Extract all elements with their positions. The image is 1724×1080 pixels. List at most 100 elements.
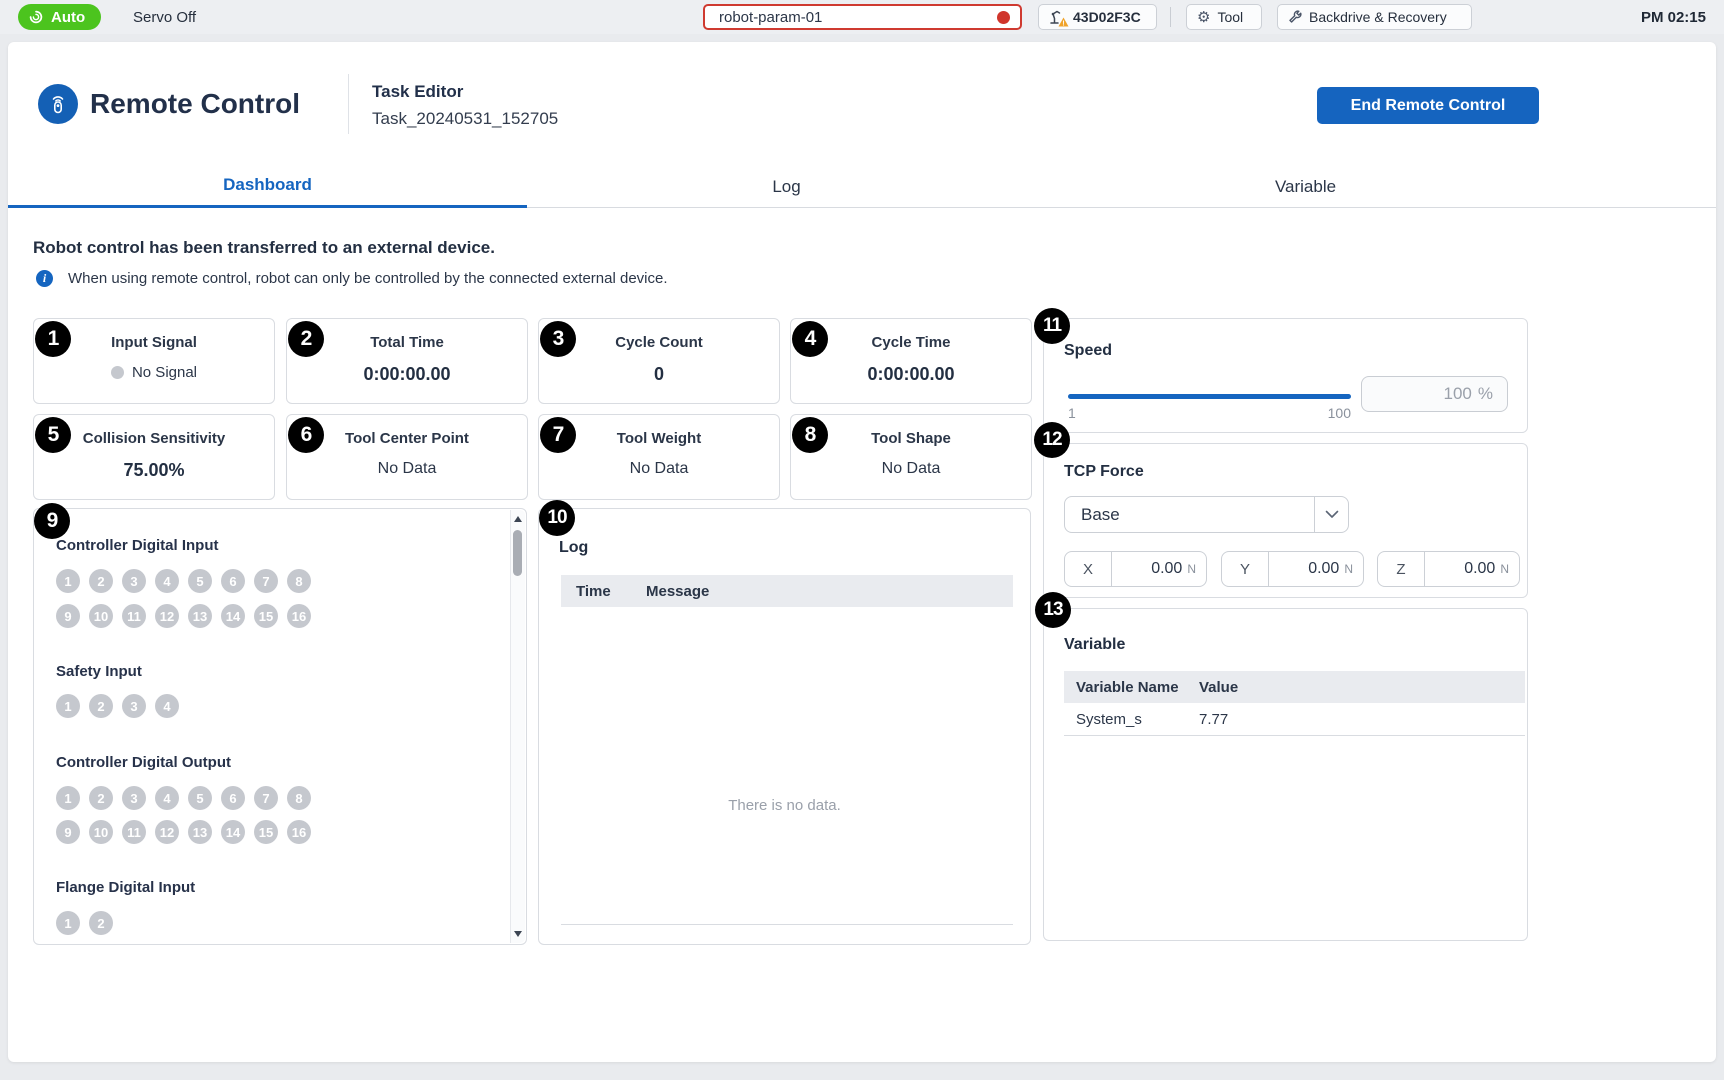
- info-text: When using remote control, robot can onl…: [68, 270, 668, 287]
- io-indicator-16: 16: [287, 820, 311, 844]
- robot-param-value: robot-param-01: [719, 9, 997, 26]
- variable-value: 7.77: [1199, 711, 1228, 728]
- stat-card-value: No Data: [791, 460, 1031, 478]
- backdrive-recovery-button[interactable]: Backdrive & Recovery: [1277, 4, 1472, 30]
- io-indicator-4: 4: [155, 786, 179, 810]
- io-indicator-2: 2: [89, 911, 113, 935]
- variable-row: System_s7.77: [1064, 703, 1525, 736]
- tab-variable[interactable]: Variable: [1046, 165, 1565, 208]
- io-indicator-14: 14: [221, 820, 245, 844]
- io-indicator-1: 1: [56, 694, 80, 718]
- frame-selected-value: Base: [1065, 497, 1314, 532]
- tool-button[interactable]: ⚙︎ Tool: [1186, 4, 1262, 30]
- axis-label: X: [1065, 552, 1112, 586]
- annotation-badge-9: 9: [34, 503, 70, 539]
- axis-value-number: 0.00: [1464, 560, 1495, 578]
- info-row: i When using remote control, robot can o…: [36, 270, 668, 287]
- io-circle-row: 910111213141516: [56, 820, 311, 844]
- axis-unit: N: [1187, 562, 1196, 576]
- io-indicator-14: 14: [221, 604, 245, 628]
- io-scrollbar[interactable]: [510, 510, 525, 943]
- io-circle-row: 1234: [56, 694, 179, 718]
- io-indicator-1: 1: [56, 911, 80, 935]
- axis-value-number: 0.00: [1151, 560, 1182, 578]
- stat-card-value: No Data: [287, 460, 527, 478]
- io-indicator-11: 11: [122, 820, 146, 844]
- auto-mode-icon: [28, 9, 44, 25]
- top-status-bar: Auto Servo Off robot-param-01 ! 43D02F3C…: [0, 0, 1724, 34]
- annotation-badge-1: 1: [35, 321, 71, 357]
- stat-card-value: 0:00:00.00: [287, 364, 527, 385]
- reference-frame-select[interactable]: Base: [1064, 496, 1349, 533]
- task-name: Task_20240531_152705: [372, 109, 558, 129]
- scrollbar-thumb[interactable]: [513, 530, 522, 576]
- io-indicator-13: 13: [188, 820, 212, 844]
- chevron-down-icon: [1314, 497, 1348, 532]
- gear-icon: ⚙︎: [1197, 10, 1210, 25]
- io-indicator-9: 9: [56, 820, 80, 844]
- io-indicator-6: 6: [221, 569, 245, 593]
- scroll-down-icon[interactable]: [514, 931, 522, 937]
- tcp-force-y-field: Y0.00N: [1221, 551, 1364, 587]
- io-section-title: Controller Digital Input: [56, 537, 219, 554]
- io-circle-row: 12345678: [56, 569, 311, 593]
- io-indicator-9: 9: [56, 604, 80, 628]
- io-indicator-10: 10: [89, 820, 113, 844]
- speed-unit: %: [1478, 384, 1493, 404]
- servo-status: Servo Off: [133, 0, 196, 34]
- stat-card-value: 75.00%: [34, 460, 274, 481]
- variable-rows: System_s7.77: [1064, 703, 1525, 736]
- speed-slider[interactable]: [1068, 394, 1351, 399]
- stat-card-value: 0:00:00.00: [791, 364, 1031, 385]
- log-empty-text: There is no data.: [539, 797, 1030, 814]
- stat-card-value: 0: [539, 364, 779, 385]
- robot-warning-icon: !: [1049, 9, 1066, 26]
- io-indicator-4: 4: [155, 569, 179, 593]
- header-divider: [348, 74, 349, 134]
- tab-dashboard[interactable]: Dashboard: [8, 165, 527, 208]
- io-indicator-3: 3: [122, 786, 146, 810]
- stat-card-value: No Signal: [132, 364, 197, 381]
- axis-value: 0.00N: [1269, 552, 1363, 586]
- annotation-badge-3: 3: [540, 321, 576, 357]
- main-panel: Remote Control Task Editor Task_20240531…: [8, 42, 1716, 1062]
- io-indicator-1: 1: [56, 786, 80, 810]
- mode-auto-button[interactable]: Auto: [18, 4, 101, 30]
- log-col-time: Time: [576, 583, 646, 600]
- annotation-badge-11: 11: [1034, 308, 1070, 344]
- signal-dot-icon: [111, 366, 124, 379]
- notice-headline: Robot control has been transferred to an…: [33, 238, 495, 258]
- svg-text:!: !: [1062, 20, 1064, 26]
- tab-log[interactable]: Log: [527, 165, 1046, 208]
- io-indicator-8: 8: [287, 569, 311, 593]
- io-section-title: Flange Digital Input: [56, 879, 195, 896]
- variable-panel-title: Variable: [1064, 636, 1125, 654]
- speed-panel-title: Speed: [1064, 342, 1112, 360]
- annotation-badge-4: 4: [792, 321, 828, 357]
- axis-value-number: 0.00: [1308, 560, 1339, 578]
- io-indicator-15: 15: [254, 604, 278, 628]
- io-indicator-8: 8: [287, 786, 311, 810]
- remote-control-icon: [38, 84, 78, 124]
- io-indicator-2: 2: [89, 694, 113, 718]
- robot-param-field[interactable]: robot-param-01: [703, 4, 1022, 30]
- scroll-up-icon[interactable]: [514, 516, 522, 522]
- speed-value-input[interactable]: 100 %: [1361, 376, 1508, 412]
- mode-label: Auto: [51, 9, 85, 26]
- speed-min-label: 1: [1068, 405, 1076, 421]
- end-remote-control-button[interactable]: End Remote Control: [1317, 87, 1539, 124]
- io-section-title: Controller Digital Output: [56, 754, 231, 771]
- annotation-badge-5: 5: [35, 417, 71, 453]
- speed-value: 100: [1444, 384, 1472, 404]
- variable-name: System_s: [1076, 711, 1199, 728]
- tool-button-label: Tool: [1217, 9, 1243, 25]
- io-indicator-3: 3: [122, 694, 146, 718]
- backdrive-button-label: Backdrive & Recovery: [1309, 9, 1447, 25]
- io-indicator-3: 3: [122, 569, 146, 593]
- clock: PM 02:15: [1641, 0, 1706, 34]
- device-id-button[interactable]: ! 43D02F3C: [1038, 4, 1157, 30]
- variable-col-name: Variable Name: [1076, 679, 1199, 696]
- annotation-badge-12: 12: [1034, 422, 1070, 458]
- log-table-header: Time Message: [561, 575, 1013, 607]
- record-dot-icon: [997, 11, 1010, 24]
